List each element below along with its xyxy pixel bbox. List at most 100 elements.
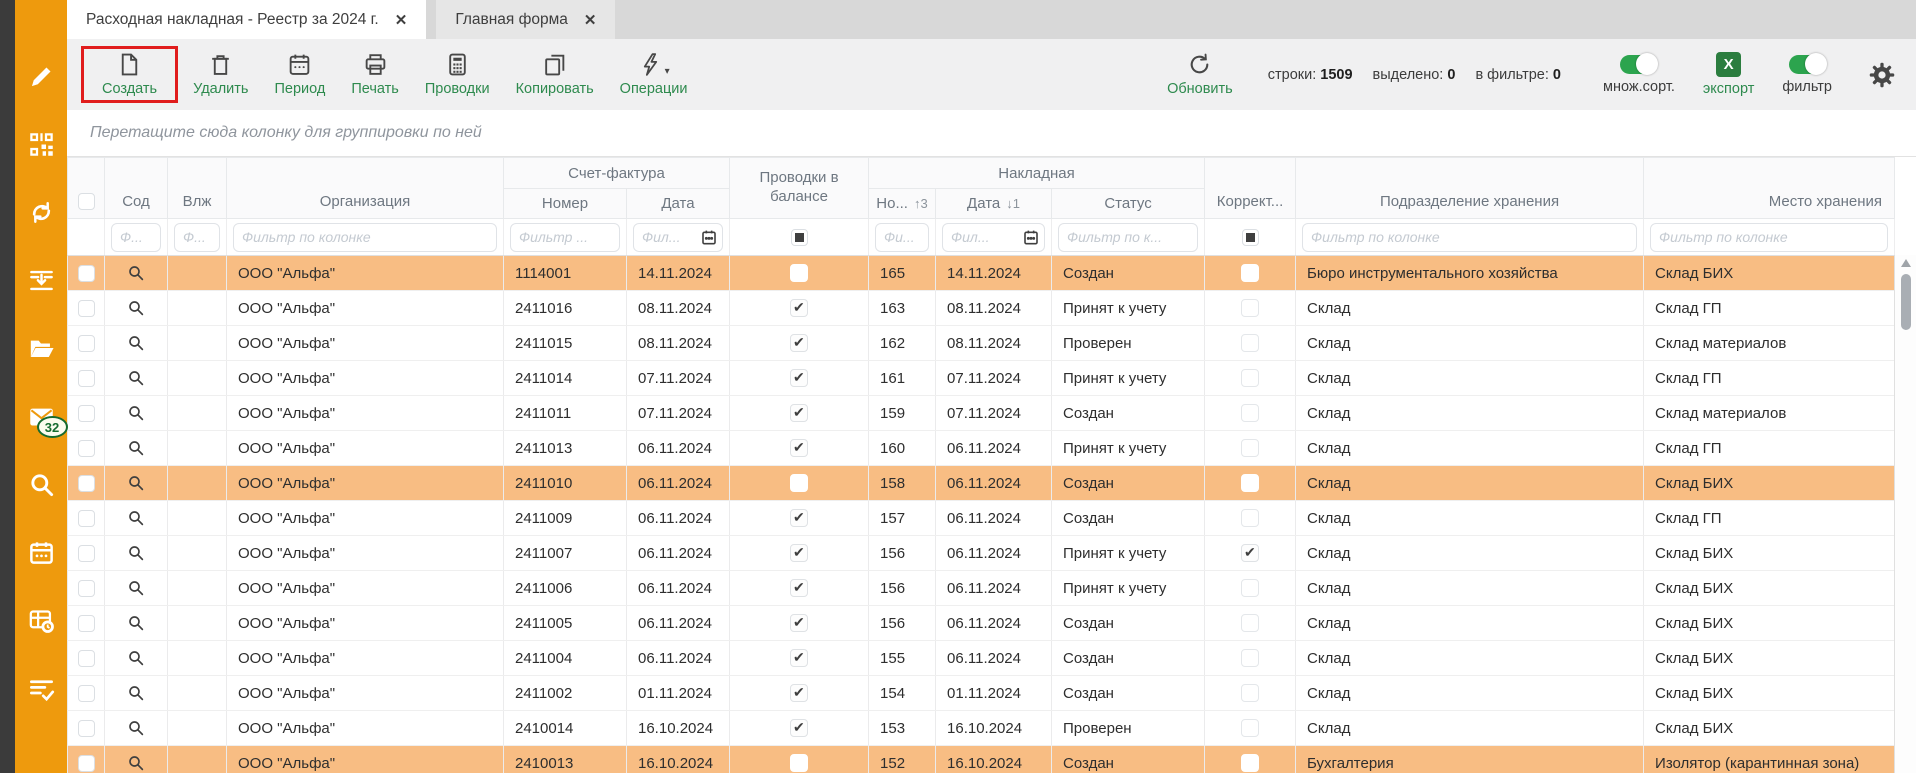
sync-icon[interactable] [28, 199, 55, 226]
row-checkbox[interactable] [78, 510, 95, 527]
balance-checkbox[interactable] [790, 404, 808, 422]
close-icon[interactable]: ✕ [584, 11, 597, 29]
column-header-sod[interactable]: Сод [105, 158, 168, 219]
filter-sf-num-input[interactable] [510, 223, 620, 252]
balance-checkbox[interactable] [790, 439, 808, 457]
table-row[interactable]: ООО "Альфа" 2411002 01.11.2024 154 01.11… [68, 676, 1895, 711]
column-header-date[interactable]: Дата↓1 [936, 189, 1052, 219]
balance-checkbox[interactable] [790, 684, 808, 702]
row-checkbox[interactable] [78, 440, 95, 457]
balance-checkbox[interactable] [790, 264, 808, 282]
balance-checkbox[interactable] [790, 474, 808, 492]
search-icon[interactable] [127, 684, 145, 702]
search-icon[interactable] [127, 719, 145, 737]
search-icon[interactable] [127, 334, 145, 352]
row-checkbox[interactable] [78, 580, 95, 597]
korrekt-checkbox[interactable] [1241, 264, 1259, 282]
row-checkbox[interactable] [78, 545, 95, 562]
search-icon[interactable] [127, 439, 145, 457]
korrekt-checkbox[interactable] [1241, 719, 1259, 737]
toggle-on-icon[interactable] [1620, 55, 1657, 74]
korrekt-checkbox[interactable] [1241, 754, 1259, 772]
period-button[interactable]: Период [261, 52, 338, 97]
filter-vlj-input[interactable] [174, 223, 220, 252]
search-icon[interactable] [127, 754, 145, 772]
search-icon[interactable] [127, 544, 145, 562]
search-icon[interactable] [127, 299, 145, 317]
calendar-icon[interactable] [701, 229, 717, 245]
korrekt-checkbox[interactable] [1241, 544, 1259, 562]
table-row[interactable]: ООО "Альфа" 2411016 08.11.2024 163 08.11… [68, 291, 1895, 326]
close-icon[interactable]: ✕ [395, 11, 408, 29]
korrekt-checkbox[interactable] [1241, 299, 1259, 317]
table-row[interactable]: ООО "Альфа" 2411009 06.11.2024 157 06.11… [68, 501, 1895, 536]
column-header-vlj[interactable]: Влж [168, 158, 227, 219]
grouping-drop-zone[interactable]: Перетащите сюда колонку для группировки … [67, 110, 1916, 157]
column-header-sf-date[interactable]: Дата [627, 189, 730, 219]
operations-button[interactable]: ▾ Операции [607, 52, 701, 97]
toggle-on-icon[interactable] [1789, 55, 1826, 74]
filter-podrazd-input[interactable] [1302, 223, 1637, 252]
korrekt-checkbox[interactable] [1241, 474, 1259, 492]
row-checkbox[interactable] [78, 265, 95, 282]
refresh-button[interactable]: Обновить [1154, 52, 1246, 97]
filter-sod-input[interactable] [111, 223, 161, 252]
korrekt-checkbox[interactable] [1241, 684, 1259, 702]
search-icon[interactable] [127, 579, 145, 597]
search-icon[interactable] [127, 649, 145, 667]
postings-button[interactable]: Проводки [412, 52, 503, 97]
korrekt-checkbox[interactable] [1241, 334, 1259, 352]
column-header-korrekt[interactable]: Коррект... [1205, 158, 1296, 219]
table-row[interactable]: ООО "Альфа" 2410014 16.10.2024 153 16.10… [68, 711, 1895, 746]
filter-org-input[interactable] [233, 223, 497, 252]
balance-checkbox[interactable] [790, 754, 808, 772]
table-row[interactable]: ООО "Альфа" 2411014 07.11.2024 161 07.11… [68, 361, 1895, 396]
delete-button[interactable]: Удалить [180, 52, 261, 97]
row-checkbox[interactable] [78, 755, 95, 772]
balance-checkbox[interactable] [790, 299, 808, 317]
column-header-status[interactable]: Статус [1052, 189, 1205, 219]
search-icon[interactable] [127, 264, 145, 282]
copy-button[interactable]: Копировать [503, 52, 607, 97]
search-icon[interactable] [127, 369, 145, 387]
row-checkbox[interactable] [78, 475, 95, 492]
column-header-podrazd[interactable]: Подразделение хранения [1296, 158, 1644, 219]
select-all-checkbox[interactable] [78, 193, 95, 210]
report-clock-icon[interactable] [28, 607, 55, 634]
column-header-num[interactable]: Но...↑3 [869, 189, 936, 219]
calendar-icon[interactable] [28, 539, 55, 566]
korrekt-checkbox[interactable] [1241, 579, 1259, 597]
row-checkbox[interactable] [78, 720, 95, 737]
column-header-sf-num[interactable]: Номер [504, 189, 627, 219]
balance-checkbox[interactable] [790, 509, 808, 527]
print-queue-icon[interactable] [28, 267, 55, 294]
row-checkbox[interactable] [78, 370, 95, 387]
korrekt-checkbox[interactable] [1241, 614, 1259, 632]
export-button[interactable]: X экспорт [1689, 52, 1768, 97]
table-row[interactable]: ООО "Альфа" 2411006 06.11.2024 156 06.11… [68, 571, 1895, 606]
korrekt-checkbox[interactable] [1241, 369, 1259, 387]
create-button[interactable]: Создать [89, 52, 170, 97]
tab-registry-2024[interactable]: Расходная накладная - Реестр за 2024 г. … [67, 0, 426, 39]
tab-main-form[interactable]: Главная форма ✕ [436, 0, 615, 39]
search-icon[interactable] [127, 509, 145, 527]
mail-icon[interactable]: 32 [28, 403, 55, 430]
table-row[interactable]: ООО "Альфа" 2411005 06.11.2024 156 06.11… [68, 606, 1895, 641]
search-icon[interactable] [127, 474, 145, 492]
settings-button[interactable] [1868, 61, 1896, 89]
filter-balance-checkbox[interactable] [791, 229, 808, 246]
column-header-balance[interactable]: Проводки в балансе [730, 158, 869, 219]
balance-checkbox[interactable] [790, 649, 808, 667]
row-checkbox[interactable] [78, 300, 95, 317]
korrekt-checkbox[interactable] [1241, 439, 1259, 457]
table-row[interactable]: ООО "Альфа" 2411013 06.11.2024 160 06.11… [68, 431, 1895, 466]
korrekt-checkbox[interactable] [1241, 649, 1259, 667]
table-row[interactable]: ООО "Альфа" 2411004 06.11.2024 155 06.11… [68, 641, 1895, 676]
filter-status-input[interactable] [1058, 223, 1198, 252]
table-row[interactable]: ООО "Альфа" 2411015 08.11.2024 162 08.11… [68, 326, 1895, 361]
balance-checkbox[interactable] [790, 334, 808, 352]
table-row[interactable]: ООО "Альфа" 2411007 06.11.2024 156 06.11… [68, 536, 1895, 571]
table-row[interactable]: ООО "Альфа" 2410013 16.10.2024 152 16.10… [68, 746, 1895, 773]
row-checkbox[interactable] [78, 405, 95, 422]
search-icon[interactable] [127, 404, 145, 422]
